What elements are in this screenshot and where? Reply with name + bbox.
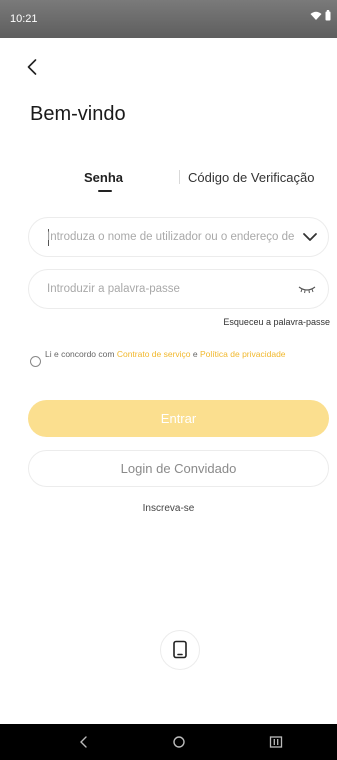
back-arrow-icon: [27, 59, 37, 75]
login-screen: 10:21 Bem-vindo Senha Código de Verifica…: [0, 0, 337, 760]
wifi-icon: [310, 11, 322, 20]
active-tab-indicator: [98, 190, 112, 192]
agreement-conjunction: e: [192, 349, 198, 359]
login-button[interactable]: Entrar: [28, 400, 329, 437]
battery-icon: [325, 10, 331, 21]
status-icons: [310, 10, 331, 21]
username-input[interactable]: [47, 218, 297, 256]
nav-recent-apps-icon[interactable]: [266, 734, 286, 750]
forgot-password-link[interactable]: Esqueceu a palavra-passe: [223, 317, 330, 327]
privacy-policy-link[interactable]: Política de privacidade: [200, 349, 286, 359]
nav-home-icon[interactable]: [169, 734, 189, 750]
password-input[interactable]: [47, 270, 287, 308]
tab-password[interactable]: Senha: [84, 170, 123, 185]
back-button[interactable]: [22, 55, 42, 79]
agreement-text: Li e concordo com Contrato de serviço e …: [45, 349, 305, 360]
agreement-prefix: Li e concordo com: [45, 349, 115, 359]
status-bar: 10:21: [0, 0, 337, 38]
tab-divider: [179, 170, 180, 184]
tab-verification-code[interactable]: Código de Verificação: [188, 170, 314, 185]
nav-back-icon[interactable]: [74, 734, 94, 750]
register-link[interactable]: Inscreva-se: [0, 503, 337, 514]
chevron-down-icon[interactable]: [302, 230, 318, 244]
password-field: [28, 269, 329, 309]
closed-eye-icon[interactable]: [298, 284, 316, 294]
device-login-button[interactable]: [160, 630, 200, 670]
service-contract-link[interactable]: Contrato de serviço: [117, 349, 191, 359]
page-title: Bem-vindo: [30, 103, 126, 125]
username-field: [28, 217, 329, 257]
system-navigation-bar: [0, 724, 337, 760]
phone-device-icon: [173, 640, 187, 659]
login-method-tabs: Senha Código de Verificação: [0, 168, 337, 198]
guest-login-button[interactable]: Login de Convidado: [28, 450, 329, 487]
agreement-radio[interactable]: [30, 356, 41, 367]
status-time: 10:21: [10, 13, 38, 25]
